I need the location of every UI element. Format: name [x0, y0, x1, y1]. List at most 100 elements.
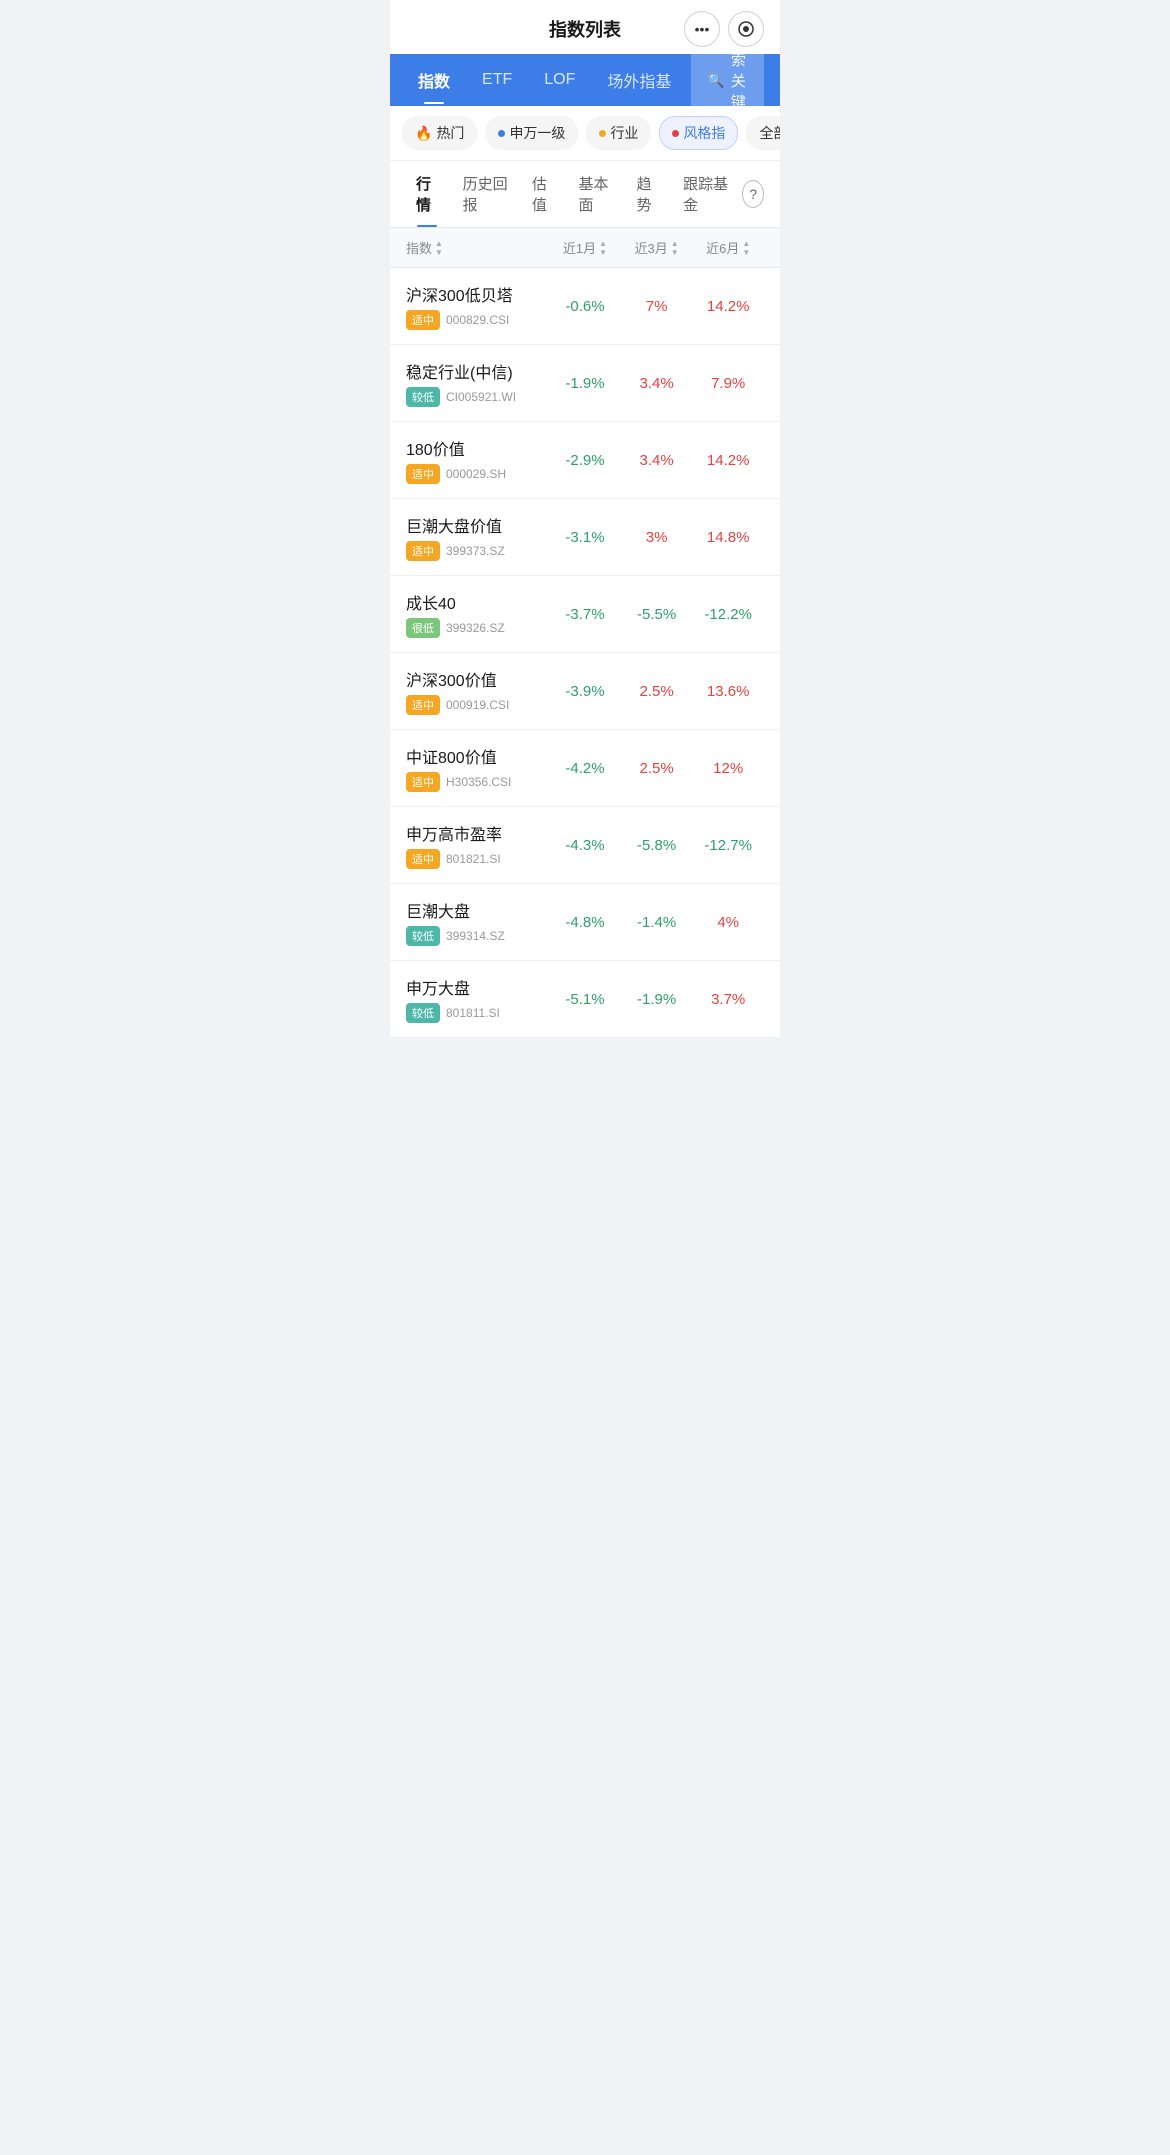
index-info: 180价值 适中 000029.SH: [406, 436, 549, 484]
cell-3m: 3%: [621, 529, 693, 546]
index-code: 000829.CSI: [446, 313, 509, 327]
risk-badge: 适中: [406, 772, 440, 792]
filter-hot[interactable]: 🔥 热门: [402, 116, 477, 150]
col-header-6m[interactable]: 近6月 ▲▼: [692, 238, 764, 257]
sub-tab-fund[interactable]: 跟踪基金: [673, 161, 738, 227]
page-title: 指数列表: [549, 16, 621, 42]
cell-1m: -5.1%: [549, 991, 621, 1008]
index-code: 000029.SH: [446, 467, 506, 481]
sub-tab-history[interactable]: 历史回报: [453, 161, 518, 227]
cell-6m: 13.6%: [692, 683, 764, 700]
tab-etf[interactable]: ETF: [470, 63, 524, 97]
sub-tab-trend[interactable]: 趋势: [627, 161, 670, 227]
sort-6m-icon: ▲▼: [742, 239, 750, 257]
index-name: 申万高市盈率: [406, 821, 549, 845]
index-name: 巨潮大盘: [406, 898, 549, 922]
index-meta: 很低 399326.SZ: [406, 618, 549, 638]
index-code: 801811.SI: [446, 1006, 500, 1020]
index-info: 中证800价值 适中 H30356.CSI: [406, 744, 549, 792]
index-info: 巨潮大盘 较低 399314.SZ: [406, 898, 549, 946]
filter-sw1[interactable]: 申万一级: [485, 116, 578, 150]
cell-6m: 14.2%: [692, 452, 764, 469]
index-name: 中证800价值: [406, 744, 549, 768]
index-name: 沪深300价值: [406, 667, 549, 691]
risk-badge: 较低: [406, 387, 440, 407]
table-row[interactable]: 沪深300价值 适中 000919.CSI -3.9% 2.5% 13.6%: [390, 653, 780, 730]
cell-6m: 4%: [692, 914, 764, 931]
record-icon: [737, 20, 755, 38]
cell-3m: 2.5%: [621, 683, 693, 700]
risk-badge: 适中: [406, 464, 440, 484]
index-meta: 适中 000029.SH: [406, 464, 549, 484]
table-row[interactable]: 巨潮大盘 较低 399314.SZ -4.8% -1.4% 4%: [390, 884, 780, 961]
index-name: 成长40: [406, 590, 549, 614]
table-header: 指数 ▲▼ 近1月 ▲▼ 近3月 ▲▼ 近6月 ▲▼: [390, 228, 780, 268]
cell-6m: -12.7%: [692, 837, 764, 854]
index-meta: 较低 CI005921.WI: [406, 387, 549, 407]
sub-tab-fundamental[interactable]: 基本面: [569, 161, 623, 227]
filter-style[interactable]: 风格指: [659, 116, 738, 150]
index-info: 稳定行业(中信) 较低 CI005921.WI: [406, 359, 549, 407]
help-button[interactable]: ?: [742, 180, 764, 208]
index-code: 399373.SZ: [446, 544, 505, 558]
tab-index[interactable]: 指数: [406, 60, 462, 100]
risk-badge: 很低: [406, 618, 440, 638]
sort-index-icon: ▲▼: [435, 239, 443, 257]
table-row[interactable]: 中证800价值 适中 H30356.CSI -4.2% 2.5% 12%: [390, 730, 780, 807]
cell-6m: -12.2%: [692, 606, 764, 623]
table-row[interactable]: 稳定行业(中信) 较低 CI005921.WI -1.9% 3.4% 7.9%: [390, 345, 780, 422]
index-code: H30356.CSI: [446, 775, 511, 789]
table-row[interactable]: 申万大盘 较低 801811.SI -5.1% -1.9% 3.7%: [390, 961, 780, 1037]
table-row[interactable]: 180价值 适中 000029.SH -2.9% 3.4% 14.2%: [390, 422, 780, 499]
risk-badge: 适中: [406, 695, 440, 715]
col-header-1m[interactable]: 近1月 ▲▼: [549, 238, 621, 257]
table-row[interactable]: 申万高市盈率 适中 801821.SI -4.3% -5.8% -12.7%: [390, 807, 780, 884]
sub-tab-market[interactable]: 行情: [406, 161, 449, 227]
sub-tab-valuation[interactable]: 估值: [522, 161, 565, 227]
index-info: 沪深300低贝塔 适中 000829.CSI: [406, 282, 549, 330]
cell-1m: -3.7%: [549, 606, 621, 623]
index-name: 巨潮大盘价值: [406, 513, 549, 537]
cell-3m: -5.5%: [621, 606, 693, 623]
style-dot: [672, 130, 679, 137]
cell-6m: 12%: [692, 760, 764, 777]
fire-icon: 🔥: [415, 125, 432, 142]
tab-offmarket[interactable]: 场外指基: [595, 60, 683, 100]
cell-6m: 7.9%: [692, 375, 764, 392]
index-meta: 较低 801811.SI: [406, 1003, 549, 1023]
index-info: 成长40 很低 399326.SZ: [406, 590, 549, 638]
cell-1m: -4.3%: [549, 837, 621, 854]
index-meta: 适中 801821.SI: [406, 849, 549, 869]
cell-1m: -4.8%: [549, 914, 621, 931]
risk-badge: 适中: [406, 541, 440, 561]
table-row[interactable]: 沪深300低贝塔 适中 000829.CSI -0.6% 7% 14.2%: [390, 268, 780, 345]
cell-1m: -3.1%: [549, 529, 621, 546]
cell-6m: 3.7%: [692, 991, 764, 1008]
index-code: 399314.SZ: [446, 929, 505, 943]
cell-1m: -3.9%: [549, 683, 621, 700]
index-name: 180价值: [406, 436, 549, 460]
cell-1m: -4.2%: [549, 760, 621, 777]
col-header-3m[interactable]: 近3月 ▲▼: [621, 238, 693, 257]
industry-dot: [599, 130, 606, 137]
record-button[interactable]: [728, 11, 764, 47]
col-header-index[interactable]: 指数 ▲▼: [406, 238, 549, 257]
index-info: 巨潮大盘价值 适中 399373.SZ: [406, 513, 549, 561]
table-row[interactable]: 巨潮大盘价值 适中 399373.SZ -3.1% 3% 14.8%: [390, 499, 780, 576]
filter-industry[interactable]: 行业: [586, 116, 651, 150]
index-code: 399326.SZ: [446, 621, 505, 635]
index-meta: 适中 399373.SZ: [406, 541, 549, 561]
filter-all[interactable]: 全部指数: [746, 116, 780, 150]
cell-3m: 7%: [621, 298, 693, 315]
cell-6m: 14.2%: [692, 298, 764, 315]
more-icon: •••: [695, 21, 710, 37]
sub-tab-bar: 行情 历史回报 估值 基本面 趋势 跟踪基金 ?: [390, 161, 780, 228]
cell-3m: 3.4%: [621, 452, 693, 469]
risk-badge: 较低: [406, 926, 440, 946]
tab-lof[interactable]: LOF: [532, 63, 587, 97]
more-button[interactable]: •••: [684, 11, 720, 47]
risk-badge: 较低: [406, 1003, 440, 1023]
cell-3m: -1.4%: [621, 914, 693, 931]
table-row[interactable]: 成长40 很低 399326.SZ -3.7% -5.5% -12.2%: [390, 576, 780, 653]
risk-badge: 适中: [406, 849, 440, 869]
